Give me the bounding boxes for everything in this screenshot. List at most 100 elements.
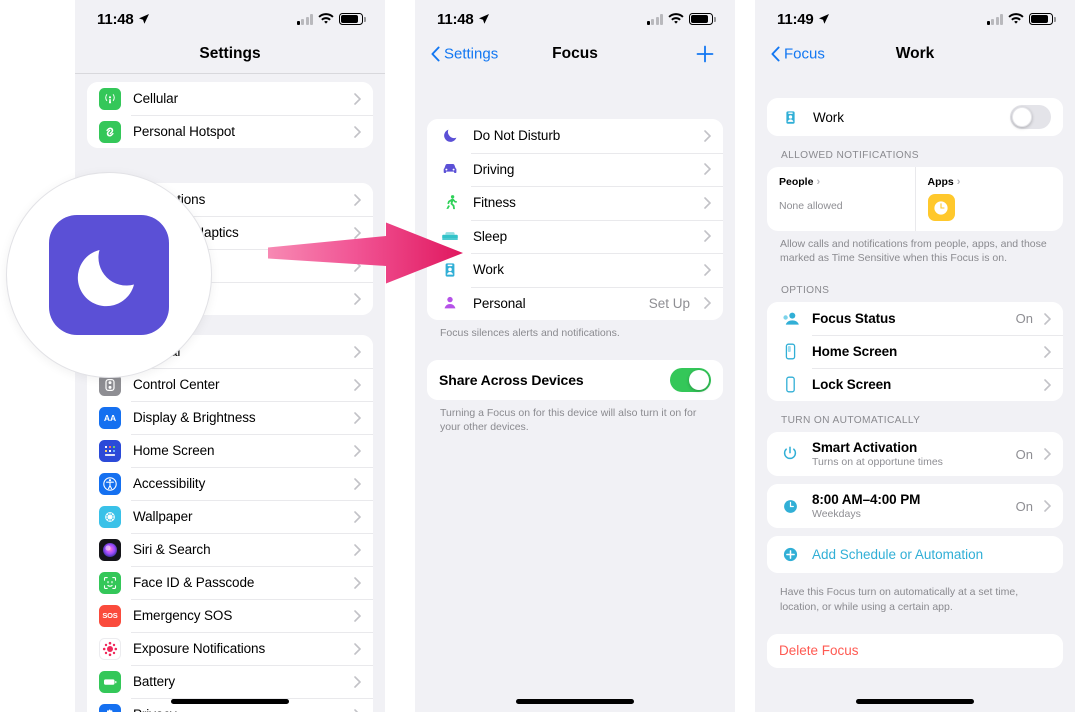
chevron-right-icon	[354, 292, 362, 305]
back-button-label: Settings	[444, 45, 499, 63]
settings-row-cellular[interactable]: Cellular	[87, 82, 373, 115]
status-bar: 11:48	[75, 0, 385, 34]
chevron-right-icon	[1044, 448, 1052, 461]
settings-row-label: Battery	[133, 674, 176, 689]
focus-row-work[interactable]: Work	[427, 253, 723, 287]
screenshot-stage: 11:48 Settings Cellular Personal Hotspot…	[0, 0, 1080, 712]
chevron-right-icon	[704, 163, 712, 176]
status-time: 11:49	[777, 10, 814, 28]
chevron-right-icon	[354, 642, 362, 655]
focus-row-personal[interactable]: Personal Set Up	[427, 286, 723, 320]
add-schedule-row[interactable]: Add Schedule or Automation	[767, 536, 1063, 574]
cellular-signal-icon	[646, 14, 663, 25]
focus-row-label: Sleep	[473, 228, 508, 244]
settings-row-label: Personal Hotspot	[133, 124, 235, 139]
settings-row-siri-search[interactable]: Siri & Search	[87, 533, 373, 566]
privacy-hand-icon	[99, 703, 121, 712]
settings-group-connectivity: Cellular Personal Hotspot	[87, 82, 373, 148]
share-across-devices-group: Share Across Devices	[427, 360, 723, 401]
share-across-devices-toggle[interactable]	[670, 368, 711, 393]
settings-row-battery[interactable]: Battery	[87, 665, 373, 698]
chevron-right-icon	[704, 230, 712, 243]
options-row-focus-status[interactable]: Focus Status On	[767, 302, 1063, 336]
allowed-apps-cell[interactable]: Apps ›	[914, 167, 1064, 231]
allowed-people-cell[interactable]: People › None allowed	[767, 167, 915, 231]
settings-row-label: Privacy	[133, 707, 342, 712]
settings-row-face-id-passcode[interactable]: Face ID & Passcode	[87, 566, 373, 599]
chevron-right-icon	[354, 543, 362, 556]
focus-row-label: Fitness	[473, 195, 516, 211]
chevron-right-icon	[704, 196, 712, 209]
add-focus-button[interactable]	[695, 44, 715, 64]
chevron-right-icon	[704, 263, 712, 276]
wallpaper-icon	[99, 505, 121, 528]
focus-row-driving[interactable]: Driving	[427, 152, 723, 186]
page-title: Settings	[199, 45, 261, 62]
chevron-right-icon	[354, 125, 362, 138]
share-across-devices-label: Share Across Devices	[439, 372, 584, 389]
settings-row-display-brightness[interactable]: AA Display & Brightness	[87, 401, 373, 434]
siri-icon	[99, 538, 121, 561]
pointer-arrow	[268, 222, 463, 284]
automation-row-schedule[interactable]: 8:00 AM–4:00 PM Weekdays On	[767, 484, 1063, 529]
status-time: 11:48	[97, 10, 134, 28]
badge-icon	[779, 106, 801, 128]
chevron-left-icon	[431, 46, 440, 62]
phone-screen-work-focus: 11:49 Focus Work Work ALLOWED NOTIFICATI…	[755, 0, 1075, 712]
nav-bar: Focus Work	[755, 34, 1075, 74]
nav-bar: Settings Focus	[415, 34, 735, 74]
settings-row-label: Wallpaper	[133, 509, 193, 524]
add-schedule-group: Add Schedule or Automation	[767, 536, 1063, 574]
settings-row-emergency-sos[interactable]: SOS Emergency SOS	[87, 599, 373, 632]
delete-focus-label: Delete Focus	[779, 643, 859, 659]
settings-row-home-screen[interactable]: Home Screen	[87, 434, 373, 467]
allowed-people-head: People ›	[779, 176, 903, 188]
personal-hotspot-icon	[99, 120, 121, 143]
focus-row-label: Driving	[473, 161, 515, 177]
focus-status-icon	[779, 308, 801, 330]
delete-focus-row[interactable]: Delete Focus	[767, 633, 1063, 668]
clock-icon	[779, 495, 801, 517]
chevron-right-icon	[1044, 346, 1052, 358]
work-focus-toggle-row[interactable]: Work	[767, 98, 1063, 136]
allowed-notifications-caption: Allow calls and notifications from peopl…	[780, 238, 1047, 265]
chevron-right-icon	[354, 345, 362, 358]
settings-row-exposure-notifications[interactable]: Exposure Notifications	[87, 632, 373, 665]
magnifier-callout	[6, 172, 212, 378]
nav-bar: Settings	[75, 34, 385, 74]
work-focus-toggle-group: Work	[767, 98, 1063, 136]
status-bar-time-group: 11:48	[97, 11, 150, 28]
focus-row-sleep[interactable]: Sleep	[427, 219, 723, 253]
work-focus-toggle[interactable]	[1010, 105, 1051, 129]
share-across-devices-row[interactable]: Share Across Devices	[427, 360, 723, 401]
back-button-focus[interactable]: Focus	[771, 46, 825, 63]
chevron-right-icon	[1044, 379, 1052, 391]
back-button-settings[interactable]: Settings	[431, 46, 498, 63]
focus-row-label: Personal	[473, 295, 526, 311]
location-arrow-icon	[138, 14, 149, 24]
face-id-icon	[99, 571, 121, 594]
battery-icon	[689, 13, 716, 25]
exposure-notifications-icon	[99, 637, 121, 660]
status-bar-indicators	[296, 13, 366, 25]
options-row-label: Lock Screen	[812, 376, 892, 392]
share-across-devices-caption: Turning a Focus on for this device will …	[440, 407, 697, 434]
settings-row-personal-hotspot[interactable]: Personal Hotspot	[87, 115, 373, 148]
wifi-icon	[668, 13, 684, 24]
settings-group-system: General Control Center AA Display & Brig…	[87, 335, 373, 712]
plus-circle-icon	[779, 544, 801, 566]
focus-row-do-not-disturb[interactable]: Do Not Disturb	[427, 119, 723, 153]
focus-row-fitness[interactable]: Fitness	[427, 186, 723, 220]
status-time: 11:48	[437, 10, 474, 28]
chevron-right-icon	[354, 609, 362, 622]
automation-row-smart-activation[interactable]: Smart Activation Turns on at opportune t…	[767, 432, 1063, 477]
status-bar-indicators	[986, 13, 1056, 25]
options-row-value: On	[1015, 311, 1033, 327]
accessibility-icon	[99, 472, 121, 495]
options-row-home-screen[interactable]: Home Screen	[767, 335, 1063, 369]
settings-row-accessibility[interactable]: Accessibility	[87, 467, 373, 500]
settings-row-wallpaper[interactable]: Wallpaper	[87, 500, 373, 533]
options-row-lock-screen[interactable]: Lock Screen	[767, 368, 1063, 402]
plus-icon	[696, 45, 714, 63]
cellular-icon	[99, 87, 121, 110]
